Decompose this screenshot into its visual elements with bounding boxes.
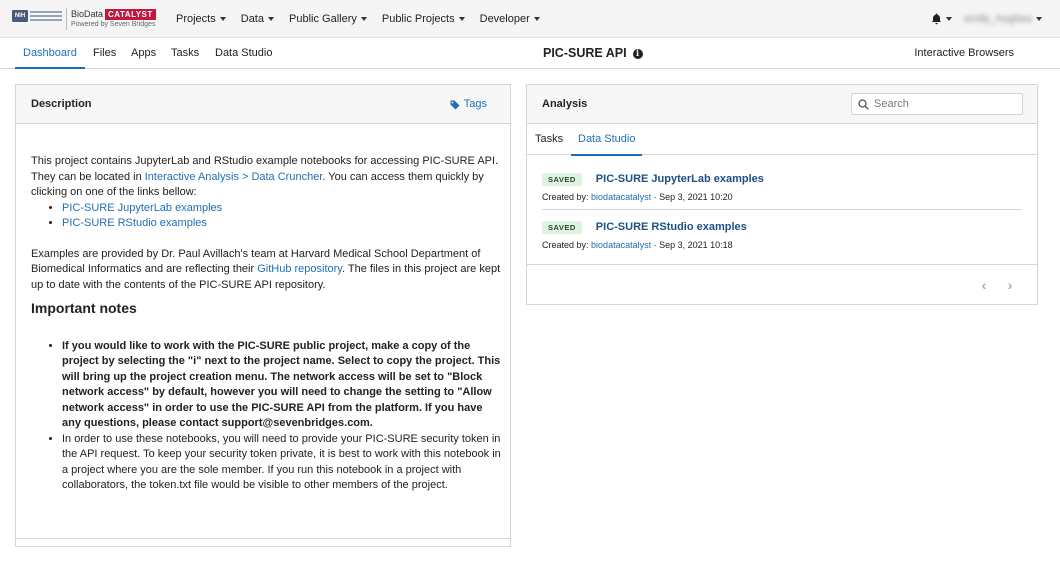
- description-header: Description Tags: [16, 85, 510, 124]
- nih-logo: NIH: [12, 10, 28, 22]
- created-date: · Sep 3, 2021 10:18: [653, 240, 733, 250]
- main-menu: Projects Data Public Gallery Public Proj…: [176, 0, 555, 38]
- tag-icon: [450, 100, 460, 110]
- brand-prefix: BioData: [71, 9, 104, 19]
- search-icon: [858, 98, 869, 110]
- tab-apps[interactable]: Apps: [131, 38, 156, 69]
- nav-label: Projects: [176, 13, 216, 25]
- project-subnav: Dashboard Files Apps Tasks Data Studio P…: [0, 38, 1060, 69]
- tab-tasks[interactable]: Tasks: [171, 38, 199, 69]
- description-panel: Description Tags This project contains J…: [15, 84, 511, 547]
- tags-label: Tags: [463, 98, 487, 110]
- interactive-browsers-link[interactable]: Interactive Browsers: [914, 38, 1014, 69]
- brand-highlight: CATALYST: [105, 8, 156, 20]
- caret-down-icon: [219, 17, 226, 21]
- info-icon[interactable]: i: [632, 48, 643, 59]
- analysis-header: Analysis: [527, 85, 1037, 124]
- bell-icon: [932, 13, 942, 25]
- chevron-left-icon[interactable]: ‹: [974, 275, 994, 295]
- notifications-button[interactable]: [931, 13, 953, 25]
- project-name: PIC-SURE API: [543, 46, 627, 60]
- creator-link[interactable]: biodatacatalyst: [591, 240, 651, 250]
- nav-label: Public Projects: [381, 13, 455, 25]
- user-area: emily_hughes: [931, 0, 1042, 38]
- brand-name: BioData CATALYST Powered by Seven Bridge…: [71, 8, 156, 28]
- github-repository-link[interactable]: GitHub repository: [257, 263, 342, 275]
- created-by-label: Created by:: [542, 240, 589, 250]
- username: emily_hughes: [964, 13, 1032, 25]
- nav-projects[interactable]: Projects: [176, 13, 226, 25]
- caret-down-icon: [946, 17, 953, 21]
- analysis-item-title[interactable]: PIC-SURE RStudio examples: [596, 221, 747, 233]
- caret-down-icon: [533, 17, 540, 21]
- divider: [542, 209, 1022, 210]
- note-security-token: In order to use these notebooks, you wil…: [62, 432, 501, 494]
- example-links-list: PIC-SURE JupyterLab examples PIC-SURE RS…: [31, 201, 501, 232]
- tab-files[interactable]: Files: [93, 38, 116, 69]
- intro-paragraph: This project contains JupyterLab and RSt…: [31, 154, 501, 201]
- interactive-analysis-link[interactable]: Interactive Analysis > Data Cruncher: [145, 171, 323, 183]
- chevron-right-icon[interactable]: ›: [1000, 275, 1020, 295]
- nav-data[interactable]: Data: [241, 13, 274, 25]
- analysis-title: Analysis: [542, 98, 588, 110]
- nav-label: Public Gallery: [289, 13, 357, 25]
- powered-by: Powered by Seven Bridges: [71, 21, 156, 28]
- credits-paragraph: Examples are provided by Dr. Paul Avilla…: [31, 247, 501, 294]
- note-copy-project: If you would like to work with the PIC-S…: [62, 339, 501, 432]
- rstudio-examples-link[interactable]: PIC-SURE RStudio examples: [62, 217, 207, 229]
- top-navbar: NIH BioData CATALYST Powered by Seven Br…: [0, 0, 1060, 38]
- analysis-tabs: Tasks Data Studio: [527, 124, 1037, 156]
- nav-label: Data: [240, 13, 264, 25]
- creator-link[interactable]: biodatacatalyst: [591, 192, 651, 202]
- created-date: · Sep 3, 2021 10:20: [653, 192, 733, 202]
- logo[interactable]: NIH BioData CATALYST Powered by Seven Br…: [12, 8, 156, 30]
- status-badge: SAVED: [542, 172, 582, 186]
- tab-dashboard[interactable]: Dashboard: [15, 38, 85, 69]
- nav-developer[interactable]: Developer: [480, 13, 540, 25]
- caret-down-icon: [1036, 17, 1042, 21]
- tab-data-studio[interactable]: Data Studio: [215, 38, 272, 69]
- analysis-item-title[interactable]: PIC-SURE JupyterLab examples: [596, 173, 764, 185]
- notes-list: If you would like to work with the PIC-S…: [31, 339, 501, 494]
- nav-public-projects[interactable]: Public Projects: [382, 13, 465, 25]
- description-title: Description: [31, 98, 92, 110]
- pagination: ‹ ›: [968, 275, 1020, 295]
- nav-public-gallery[interactable]: Public Gallery: [289, 13, 367, 25]
- list-item: PIC-SURE RStudio examples: [62, 216, 501, 232]
- search-field[interactable]: [851, 93, 1023, 115]
- nih-logo-text: [30, 10, 62, 22]
- important-notes-heading: Important notes: [31, 300, 137, 316]
- description-body: This project contains JupyterLab and RSt…: [31, 154, 501, 494]
- tab-analysis-tasks[interactable]: Tasks: [535, 124, 563, 155]
- list-item: SAVED PIC-SURE RStudio examples Created …: [542, 211, 1022, 259]
- caret-down-icon: [268, 17, 274, 21]
- user-menu[interactable]: emily_hughes: [964, 13, 1042, 25]
- status-badge: SAVED: [542, 220, 582, 234]
- tab-analysis-data-studio[interactable]: Data Studio: [570, 124, 644, 156]
- caret-down-icon: [360, 17, 367, 21]
- list-item: PIC-SURE JupyterLab examples: [62, 201, 501, 217]
- tags-button[interactable]: Tags: [450, 85, 487, 124]
- page-title: PIC-SURE API i: [543, 38, 643, 69]
- list-item: SAVED PIC-SURE JupyterLab examples Creat…: [542, 163, 1022, 211]
- analysis-panel: Analysis Tasks Data Studio SAVED PIC-SUR…: [526, 84, 1038, 305]
- created-by-label: Created by:: [542, 192, 589, 202]
- description-footer: [16, 538, 510, 546]
- jupyterlab-examples-link[interactable]: PIC-SURE JupyterLab examples: [62, 202, 222, 214]
- search-input[interactable]: [874, 98, 1014, 110]
- nav-label: Developer: [479, 13, 530, 25]
- caret-down-icon: [458, 17, 465, 21]
- logo-divider: [66, 8, 67, 30]
- analysis-footer: ‹ ›: [527, 264, 1037, 304]
